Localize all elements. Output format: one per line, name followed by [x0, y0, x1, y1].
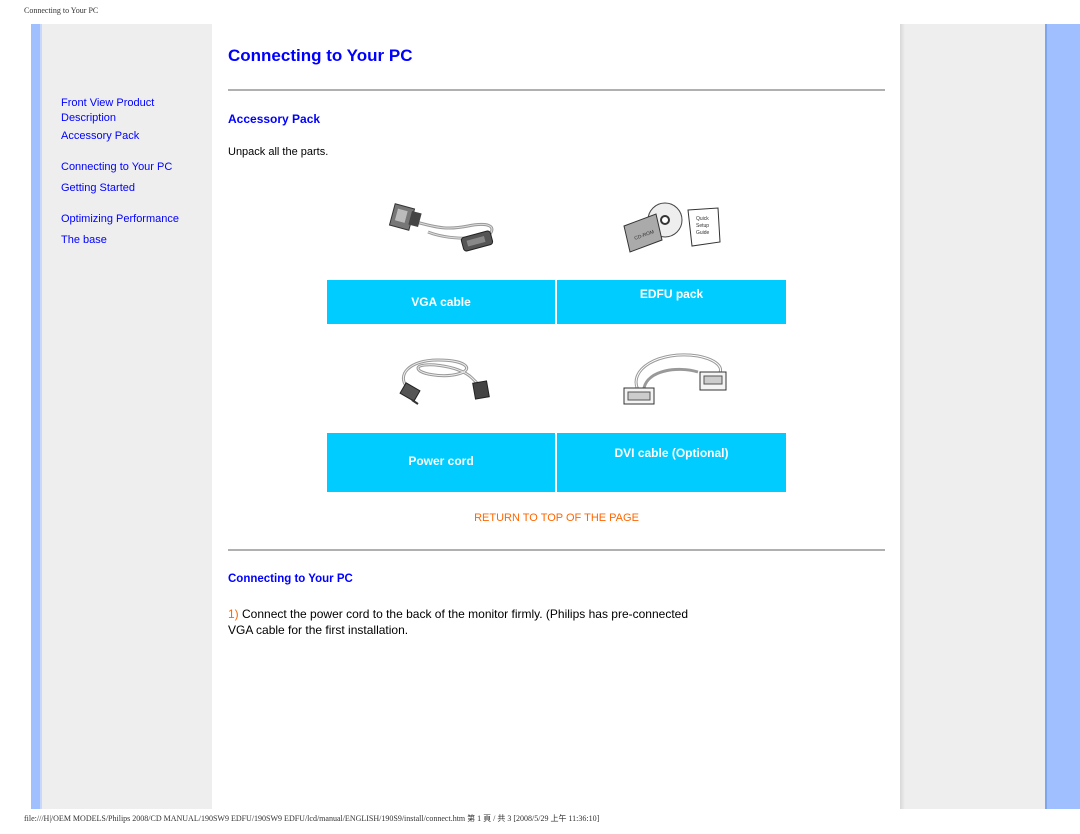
vga-cable-icon [388, 203, 494, 252]
print-header: Connecting to Your PC [24, 6, 99, 15]
sidebar-item-base[interactable]: The base [61, 233, 179, 248]
return-to-top-link[interactable]: RETURN TO TOP OF THE PAGE [228, 512, 885, 524]
svg-text:Guide: Guide [696, 230, 710, 236]
sidebar-item-connecting[interactable]: Connecting to Your PC [61, 160, 179, 175]
page-title: Connecting to Your PC [228, 46, 413, 65]
dvi-cable-icon [623, 353, 727, 405]
sidebar-item-accessory-pack[interactable]: Accessory Pack [61, 129, 179, 144]
accessory-intro: Unpack all the parts. [228, 146, 329, 158]
power-cord-label: Power cord [327, 433, 555, 492]
step-1: 1) Connect the power cord to the back of… [228, 606, 708, 638]
sidebar-nav: Front View Product Description Accessory… [61, 96, 179, 248]
edfu-pack-label: EDFU pack [557, 280, 786, 324]
svg-text:Setup: Setup [696, 223, 709, 229]
vga-cable-label: VGA cable [327, 280, 555, 324]
sidebar-item-front-view[interactable]: Front View Product Description [61, 96, 171, 126]
divider [228, 89, 885, 91]
left-frame-bar [31, 24, 40, 809]
edfu-pack-icon: CD-ROM Quick Setup Guide [623, 202, 721, 253]
right-panel-shade [900, 24, 905, 809]
main-content [212, 24, 900, 809]
right-frame-bar [1045, 24, 1080, 809]
dvi-cable-label: DVI cable (Optional) [557, 433, 786, 492]
step-text: Connect the power cord to the back of th… [228, 607, 689, 637]
divider [228, 549, 885, 551]
power-cord-icon [399, 358, 490, 405]
sidebar-item-optimizing[interactable]: Optimizing Performance [61, 212, 179, 227]
step-number: 1) [228, 607, 239, 621]
accessory-heading: Accessory Pack [228, 112, 321, 126]
sidebar-item-getting-started[interactable]: Getting Started [61, 181, 179, 196]
right-frame-edge [1045, 24, 1047, 809]
svg-text:Quick: Quick [696, 216, 709, 222]
print-footer: file:///H|/OEM MODELS/Philips 2008/CD MA… [24, 814, 600, 823]
right-panel [900, 24, 1045, 809]
connecting-heading: Connecting to Your PC [228, 573, 353, 585]
